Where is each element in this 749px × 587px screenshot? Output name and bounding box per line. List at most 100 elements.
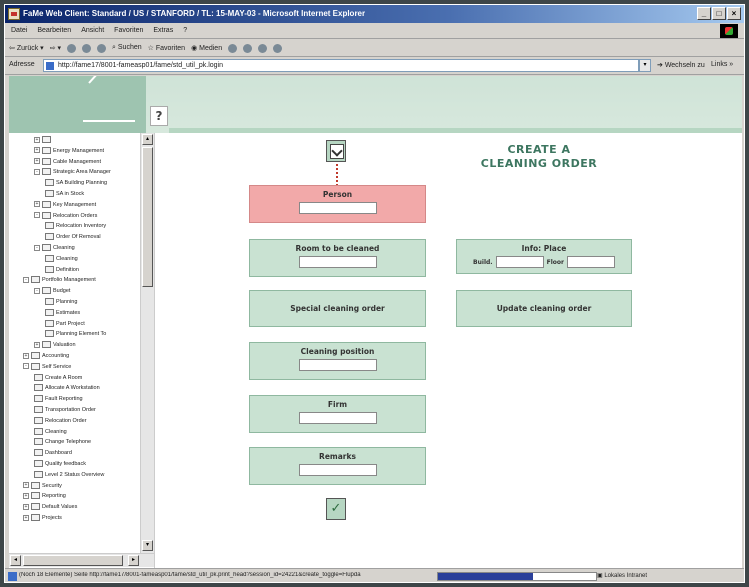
tree-item[interactable]: + Accounting	[23, 351, 69, 361]
tree-item[interactable]: + Projects	[23, 513, 62, 523]
tree-horizontal-scrollbar[interactable]: ◂ ▸	[9, 553, 154, 567]
menu-bearbeiten[interactable]: Bearbeiten	[37, 27, 71, 34]
tree-item[interactable]: Part Project	[45, 319, 85, 329]
collapse-icon[interactable]: -	[34, 287, 40, 294]
remarks-input[interactable]	[298, 464, 377, 476]
logo-stroke	[88, 76, 137, 84]
collapse-icon[interactable]: -	[23, 363, 29, 370]
scroll-right-icon[interactable]: ▸	[128, 555, 139, 566]
collapse-icon[interactable]: -	[34, 244, 40, 251]
search-button[interactable]: ⌕ Suchen	[112, 44, 142, 52]
close-button[interactable]: ×	[727, 7, 741, 20]
remarks-box: Remarks	[249, 447, 426, 485]
person-input[interactable]	[298, 202, 377, 214]
menu-help[interactable]: ?	[183, 27, 187, 34]
room-input[interactable]	[298, 256, 377, 268]
tree-item[interactable]: + Reporting	[23, 491, 66, 501]
tree-item[interactable]: - Cleaning	[34, 243, 75, 253]
tree-item[interactable]: SA Building Planning	[45, 178, 107, 188]
address-dropdown-icon[interactable]: ▾	[639, 59, 651, 72]
tree-item[interactable]: + Valuation	[34, 340, 76, 350]
expand-icon[interactable]: +	[34, 201, 40, 208]
tree-item[interactable]: Cleaning	[45, 254, 78, 264]
menu-extras[interactable]: Extras	[153, 27, 173, 34]
menu-datei[interactable]: Datei	[11, 27, 27, 34]
tree-item[interactable]: Change Telephone	[34, 437, 91, 447]
confirm-checkmark-button[interactable]: ✓	[326, 498, 346, 520]
tree-item[interactable]: + Security	[23, 481, 62, 491]
collapse-icon[interactable]: -	[34, 168, 40, 175]
mail-icon[interactable]	[243, 43, 253, 53]
tree-item[interactable]: - Self Service	[23, 362, 71, 372]
build-input[interactable]	[495, 256, 544, 268]
go-button[interactable]: ➔ Wechseln zu	[657, 61, 705, 69]
tree-item[interactable]: Cleaning	[34, 427, 67, 437]
tree-item[interactable]: Order Of Removal	[45, 232, 101, 242]
forward-button[interactable]: ⇨ ▾	[50, 44, 61, 52]
collapse-icon[interactable]: -	[34, 212, 40, 219]
tree-item[interactable]: + Default Values	[23, 502, 77, 512]
tree-vertical-scrollbar[interactable]: ▴ ▾	[140, 133, 154, 553]
tree-item[interactable]: Relocation Order	[34, 416, 87, 426]
expand-icon[interactable]: +	[34, 136, 40, 143]
maximize-button[interactable]: □	[712, 7, 726, 20]
links-button[interactable]: Links »	[711, 61, 733, 68]
tree-item[interactable]: Estimates	[45, 308, 80, 318]
scroll-thumb-horizontal[interactable]	[23, 555, 123, 566]
scroll-down-icon[interactable]: ▾	[142, 540, 153, 551]
expand-icon[interactable]: +	[23, 514, 29, 521]
tree-item[interactable]: Transportation Order	[34, 405, 96, 415]
tree-item[interactable]: Level 2 Status Overview	[34, 470, 104, 480]
address-input[interactable]: http://fame17/8001-fameasp01/fame/std_ut…	[43, 59, 639, 72]
home-icon[interactable]	[97, 43, 107, 53]
menu-favoriten[interactable]: Favoriten	[114, 27, 143, 34]
tree-item[interactable]: Allocate A Workstation	[34, 383, 100, 393]
history-icon[interactable]	[228, 43, 238, 53]
tree-item[interactable]: + Energy Management	[34, 146, 104, 156]
tree-item[interactable]: +	[34, 135, 53, 145]
tree-item[interactable]: - Budget	[34, 286, 70, 296]
update-cleaning-order-button[interactable]: Update cleaning order	[456, 290, 632, 327]
minimize-button[interactable]: _	[697, 7, 711, 20]
tree-item[interactable]: SA in Stock	[45, 189, 84, 199]
tree-item[interactable]: - Strategic Area Manager	[34, 167, 111, 177]
back-button[interactable]: ⇦ Zurück ▾	[9, 44, 44, 52]
special-cleaning-order-button[interactable]: Special cleaning order	[249, 290, 426, 327]
edit-icon[interactable]	[273, 43, 283, 53]
form-icon[interactable]	[326, 140, 346, 162]
menu-ansicht[interactable]: Ansicht	[81, 27, 104, 34]
tree-item[interactable]: Planning	[45, 297, 77, 307]
firm-input[interactable]	[298, 412, 377, 424]
scroll-up-icon[interactable]: ▴	[142, 134, 153, 145]
collapse-icon[interactable]: -	[23, 276, 29, 283]
tree-item[interactable]: Create A Room	[34, 373, 82, 383]
tree-item[interactable]: + Key Management	[34, 200, 96, 210]
media-button[interactable]: ◉ Medien	[191, 44, 222, 52]
expand-icon[interactable]: +	[34, 147, 40, 154]
expand-icon[interactable]: +	[23, 503, 29, 510]
cleaning-position-input[interactable]	[298, 359, 377, 371]
scroll-left-icon[interactable]: ◂	[10, 555, 21, 566]
tree-item[interactable]: Planning Element To	[45, 329, 106, 339]
floor-input[interactable]	[566, 256, 615, 268]
folder-icon	[42, 341, 51, 349]
expand-icon[interactable]: +	[34, 158, 40, 165]
help-button[interactable]: ?	[150, 106, 168, 126]
refresh-icon[interactable]	[82, 43, 92, 53]
favorites-button[interactable]: ☆ Favoriten	[148, 44, 185, 52]
tree-item[interactable]: - Relocation Orders	[34, 211, 97, 221]
expand-icon[interactable]: +	[23, 352, 29, 359]
scroll-thumb[interactable]	[142, 147, 153, 287]
stop-icon[interactable]	[67, 43, 77, 53]
print-icon[interactable]	[258, 43, 268, 53]
tree-item[interactable]: Fault Reporting	[34, 394, 83, 404]
tree-item[interactable]: Relocation Inventory	[45, 221, 106, 231]
expand-icon[interactable]: +	[23, 482, 29, 489]
expand-icon[interactable]: +	[23, 492, 29, 499]
tree-item[interactable]: + Cable Management	[34, 157, 101, 167]
tree-item[interactable]: Definition	[45, 265, 79, 275]
tree-item[interactable]: Dashboard	[34, 448, 72, 458]
tree-item[interactable]: Quality feedback	[34, 459, 86, 469]
expand-icon[interactable]: +	[34, 341, 40, 348]
tree-item[interactable]: - Portfolio Management	[23, 275, 96, 285]
